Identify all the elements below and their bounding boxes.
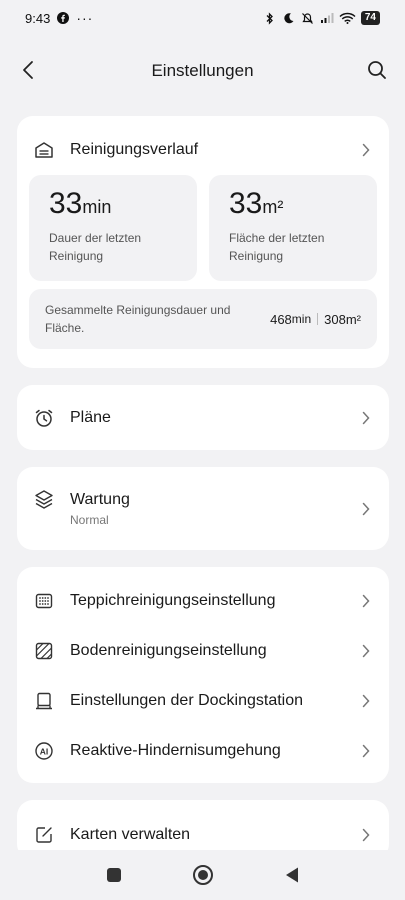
total-duration-unit: min (291, 312, 312, 326)
system-back-button[interactable] (284, 866, 300, 884)
maintenance-card: Wartung Normal (17, 467, 389, 550)
map-edit-icon (33, 824, 55, 846)
chevron-right-icon (359, 143, 373, 157)
chevron-right-icon (359, 644, 373, 658)
facebook-icon (56, 11, 70, 25)
triangle-back-icon (285, 867, 298, 883)
chevron-right-icon (359, 594, 373, 608)
last-area-value: 33 (229, 187, 263, 220)
floor-settings-label: Bodenreinigungseinstellung (70, 642, 267, 659)
search-icon (368, 61, 386, 79)
back-button[interactable] (14, 56, 42, 84)
chevron-right-icon (359, 694, 373, 708)
total-cleaning-tile[interactable]: Gesammelte Reinigungsdauer und Fläche. 4… (29, 289, 377, 349)
last-area-tile[interactable]: 33m² Fläche der letzten Reinigung (209, 175, 377, 281)
top-app-bar: Einstellungen (0, 48, 405, 94)
dock-settings-row[interactable]: Einstellungen der Dockingstation (17, 676, 389, 726)
maintenance-status: Normal (70, 512, 109, 527)
chevron-right-icon (359, 411, 373, 425)
signal-icon (320, 11, 334, 25)
ai-icon: AI (33, 740, 55, 762)
manage-maps-label: Karten verwalten (70, 826, 191, 843)
last-duration-unit: min (82, 197, 112, 217)
back-arrow-icon (23, 61, 33, 79)
last-area-desc: Fläche der letzten Reinigung (229, 231, 325, 263)
total-cleaning-desc: Gesammelte Reinigungsdauer und Fläche. (45, 303, 231, 335)
mute-icon (301, 11, 315, 25)
cleaning-history-label: Reinigungsverlauf (70, 141, 199, 158)
svg-text:AI: AI (40, 747, 49, 757)
chevron-right-icon (359, 744, 373, 758)
divider (317, 313, 319, 325)
bluetooth-icon (263, 11, 277, 25)
system-navigation-bar (0, 850, 405, 900)
carpet-icon (33, 590, 55, 612)
status-time: 9:43 (25, 10, 51, 26)
last-duration-tile[interactable]: 33min Dauer der letzten Reinigung (29, 175, 197, 281)
chevron-right-icon (359, 502, 373, 516)
cleaning-settings-card: Teppichreinigungseinstellung Bodenreinig… (17, 567, 389, 783)
last-duration-value: 33 (49, 187, 83, 220)
floor-settings-row[interactable]: Bodenreinigungseinstellung (17, 626, 389, 676)
obstacle-avoidance-row[interactable]: AI Reaktive-Hindernisumgehung (17, 726, 389, 776)
floor-icon (33, 640, 55, 662)
history-icon (33, 139, 55, 161)
square-icon (106, 868, 121, 882)
plans-card: Pläne (17, 385, 389, 450)
recents-button[interactable] (106, 867, 122, 883)
carpet-settings-row[interactable]: Teppichreinigungseinstellung (17, 576, 389, 626)
total-duration-value: 468 (270, 311, 292, 327)
chevron-right-icon (359, 828, 373, 842)
plans-label: Pläne (70, 408, 111, 426)
last-cleaning-stats: 33min Dauer der letzten Reinigung 33m² F… (17, 175, 389, 281)
obstacle-avoidance-label: Reaktive-Hindernisumgehung (70, 742, 281, 759)
moon-icon (282, 11, 296, 25)
page-title: Einstellungen (151, 61, 254, 80)
total-cleaning-values: 468 min 308m² (270, 312, 361, 327)
last-area-unit: m² (262, 197, 284, 217)
status-bar: 9:43 ··· 74 (0, 0, 405, 36)
wifi-icon (339, 11, 356, 25)
more-notifications-icon: ··· (76, 10, 94, 26)
cleaning-history-row[interactable]: Reinigungsverlauf (17, 125, 389, 175)
total-area-value: 308m² (324, 311, 361, 327)
home-circle-icon (192, 865, 213, 885)
home-button[interactable] (192, 864, 214, 886)
dock-icon (33, 690, 55, 712)
maintenance-label: Wartung (70, 490, 130, 508)
battery-indicator: 74 (360, 11, 380, 25)
alarm-clock-icon (33, 407, 55, 429)
layers-icon (33, 488, 55, 510)
carpet-settings-label: Teppichreinigungseinstellung (70, 592, 276, 609)
last-duration-desc: Dauer der letzten Reinigung (49, 231, 142, 263)
dock-settings-label: Einstellungen der Dockingstation (70, 692, 304, 709)
maintenance-row[interactable]: Wartung Normal (17, 467, 389, 550)
search-button[interactable] (363, 56, 391, 84)
plans-row[interactable]: Pläne (17, 385, 389, 450)
cleaning-history-card: Reinigungsverlauf 33min Dauer der letzte… (17, 116, 389, 368)
